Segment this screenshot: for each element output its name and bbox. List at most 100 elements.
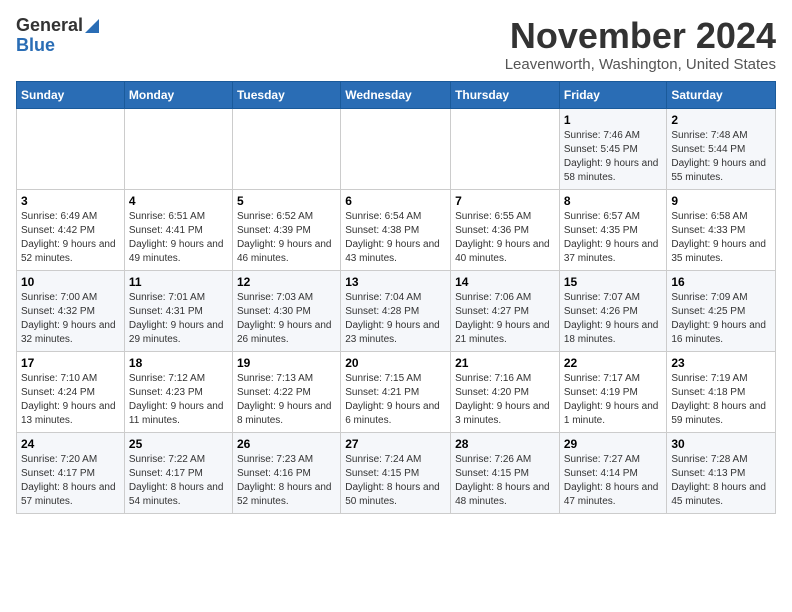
calendar-table: SundayMondayTuesdayWednesdayThursdayFrid… xyxy=(16,81,776,514)
day-info: Sunrise: 6:58 AM Sunset: 4:33 PM Dayligh… xyxy=(671,210,771,266)
day-cell: 30Sunrise: 7:28 AM Sunset: 4:13 PM Dayli… xyxy=(667,432,776,513)
month-title: November 2024 xyxy=(505,16,776,56)
day-cell: 21 Sunrise: 7:16 AM Sunset: 4:20 PM Dayli… xyxy=(451,351,560,432)
day-number: 30 xyxy=(671,437,771,451)
col-header-wednesday: Wednesday xyxy=(341,81,451,108)
day-cell: 28 Sunrise: 7:26 AM Sunset: 4:15 PM Dayli… xyxy=(451,432,560,513)
day-cell: 27 Sunrise: 7:24 AM Sunset: 4:15 PM Dayli… xyxy=(341,432,451,513)
day-number: 23 xyxy=(671,356,771,370)
day-number: 28 xyxy=(455,437,555,451)
day-info: Sunrise: 6:57 AM Sunset: 4:35 PM Dayligh… xyxy=(564,210,663,266)
calendar-header-row: SundayMondayTuesdayWednesdayThursdayFrid… xyxy=(17,81,776,108)
day-info: Sunrise: 6:51 AM Sunset: 4:41 PM Dayligh… xyxy=(129,210,228,266)
logo-text: General xyxy=(16,16,99,36)
day-info: Sunrise: 7:20 AM Sunset: 4:17 PM Dayligh… xyxy=(21,453,120,509)
day-info: Sunrise: 7:16 AM Sunset: 4:20 PM Dayligh… xyxy=(455,372,555,428)
day-cell: 24 Sunrise: 7:20 AM Sunset: 4:17 PM Dayli… xyxy=(17,432,125,513)
week-row-2: 3Sunrise: 6:49 AM Sunset: 4:42 PM Daylig… xyxy=(17,189,776,270)
week-row-3: 10 Sunrise: 7:00 AM Sunset: 4:32 PM Dayli… xyxy=(17,270,776,351)
day-info: Sunrise: 7:22 AM Sunset: 4:17 PM Dayligh… xyxy=(129,453,228,509)
location: Leavenworth, Washington, United States xyxy=(505,56,776,73)
day-cell: 3Sunrise: 6:49 AM Sunset: 4:42 PM Daylig… xyxy=(17,189,125,270)
day-info: Sunrise: 6:52 AM Sunset: 4:39 PM Dayligh… xyxy=(237,210,336,266)
col-header-monday: Monday xyxy=(124,81,232,108)
day-cell: 12 Sunrise: 7:03 AM Sunset: 4:30 PM Dayli… xyxy=(232,270,340,351)
day-cell: 29Sunrise: 7:27 AM Sunset: 4:14 PM Dayli… xyxy=(559,432,667,513)
day-cell: 7 Sunrise: 6:55 AM Sunset: 4:36 PM Daylig… xyxy=(451,189,560,270)
logo: General Blue xyxy=(16,16,99,56)
day-cell: 22 Sunrise: 7:17 AM Sunset: 4:19 PM Dayli… xyxy=(559,351,667,432)
day-cell: 25 Sunrise: 7:22 AM Sunset: 4:17 PM Dayli… xyxy=(124,432,232,513)
day-cell xyxy=(232,108,340,189)
day-info: Sunrise: 6:54 AM Sunset: 4:38 PM Dayligh… xyxy=(345,210,446,266)
day-info: Sunrise: 7:17 AM Sunset: 4:19 PM Dayligh… xyxy=(564,372,663,428)
col-header-sunday: Sunday xyxy=(17,81,125,108)
day-number: 2 xyxy=(671,113,771,127)
day-info: Sunrise: 7:04 AM Sunset: 4:28 PM Dayligh… xyxy=(345,291,446,347)
day-cell: 17 Sunrise: 7:10 AM Sunset: 4:24 PM Dayli… xyxy=(17,351,125,432)
day-cell: 15Sunrise: 7:07 AM Sunset: 4:26 PM Dayli… xyxy=(559,270,667,351)
day-number: 7 xyxy=(455,194,555,208)
col-header-saturday: Saturday xyxy=(667,81,776,108)
day-cell: 2 Sunrise: 7:48 AM Sunset: 5:44 PM Daylig… xyxy=(667,108,776,189)
day-info: Sunrise: 7:13 AM Sunset: 4:22 PM Dayligh… xyxy=(237,372,336,428)
day-cell: 5 Sunrise: 6:52 AM Sunset: 4:39 PM Daylig… xyxy=(232,189,340,270)
day-number: 19 xyxy=(237,356,336,370)
day-number: 6 xyxy=(345,194,446,208)
day-cell: 19 Sunrise: 7:13 AM Sunset: 4:22 PM Dayli… xyxy=(232,351,340,432)
day-info: Sunrise: 6:55 AM Sunset: 4:36 PM Dayligh… xyxy=(455,210,555,266)
day-cell: 26 Sunrise: 7:23 AM Sunset: 4:16 PM Dayli… xyxy=(232,432,340,513)
day-cell: 23 Sunrise: 7:19 AM Sunset: 4:18 PM Dayli… xyxy=(667,351,776,432)
day-cell xyxy=(451,108,560,189)
col-header-tuesday: Tuesday xyxy=(232,81,340,108)
day-number: 5 xyxy=(237,194,336,208)
day-number: 17 xyxy=(21,356,120,370)
day-number: 29 xyxy=(564,437,663,451)
page-header: General Blue November 2024 Leavenworth, … xyxy=(16,16,776,73)
day-number: 24 xyxy=(21,437,120,451)
day-number: 1 xyxy=(564,113,663,127)
day-info: Sunrise: 7:03 AM Sunset: 4:30 PM Dayligh… xyxy=(237,291,336,347)
day-info: Sunrise: 7:19 AM Sunset: 4:18 PM Dayligh… xyxy=(671,372,771,428)
day-number: 25 xyxy=(129,437,228,451)
day-info: Sunrise: 7:00 AM Sunset: 4:32 PM Dayligh… xyxy=(21,291,120,347)
day-info: Sunrise: 7:46 AM Sunset: 5:45 PM Dayligh… xyxy=(564,129,663,185)
day-number: 14 xyxy=(455,275,555,289)
week-row-1: 1 Sunrise: 7:46 AM Sunset: 5:45 PM Daylig… xyxy=(17,108,776,189)
day-cell: 6 Sunrise: 6:54 AM Sunset: 4:38 PM Daylig… xyxy=(341,189,451,270)
day-cell: 16Sunrise: 7:09 AM Sunset: 4:25 PM Dayli… xyxy=(667,270,776,351)
day-number: 11 xyxy=(129,275,228,289)
day-number: 10 xyxy=(21,275,120,289)
day-cell: 20Sunrise: 7:15 AM Sunset: 4:21 PM Dayli… xyxy=(341,351,451,432)
day-number: 21 xyxy=(455,356,555,370)
day-cell: 9 Sunrise: 6:58 AM Sunset: 4:33 PM Daylig… xyxy=(667,189,776,270)
day-info: Sunrise: 7:48 AM Sunset: 5:44 PM Dayligh… xyxy=(671,129,771,185)
day-info: Sunrise: 7:23 AM Sunset: 4:16 PM Dayligh… xyxy=(237,453,336,509)
day-cell: 13Sunrise: 7:04 AM Sunset: 4:28 PM Dayli… xyxy=(341,270,451,351)
day-info: Sunrise: 7:01 AM Sunset: 4:31 PM Dayligh… xyxy=(129,291,228,347)
day-info: Sunrise: 7:10 AM Sunset: 4:24 PM Dayligh… xyxy=(21,372,120,428)
day-number: 9 xyxy=(671,194,771,208)
day-number: 4 xyxy=(129,194,228,208)
day-cell: 11 Sunrise: 7:01 AM Sunset: 4:31 PM Dayli… xyxy=(124,270,232,351)
day-number: 27 xyxy=(345,437,446,451)
day-info: Sunrise: 7:12 AM Sunset: 4:23 PM Dayligh… xyxy=(129,372,228,428)
day-cell: 8Sunrise: 6:57 AM Sunset: 4:35 PM Daylig… xyxy=(559,189,667,270)
day-info: Sunrise: 7:26 AM Sunset: 4:15 PM Dayligh… xyxy=(455,453,555,509)
day-info: Sunrise: 7:07 AM Sunset: 4:26 PM Dayligh… xyxy=(564,291,663,347)
col-header-friday: Friday xyxy=(559,81,667,108)
day-cell: 18Sunrise: 7:12 AM Sunset: 4:23 PM Dayli… xyxy=(124,351,232,432)
day-number: 22 xyxy=(564,356,663,370)
day-info: Sunrise: 7:06 AM Sunset: 4:27 PM Dayligh… xyxy=(455,291,555,347)
day-number: 12 xyxy=(237,275,336,289)
week-row-4: 17 Sunrise: 7:10 AM Sunset: 4:24 PM Dayli… xyxy=(17,351,776,432)
day-info: Sunrise: 7:24 AM Sunset: 4:15 PM Dayligh… xyxy=(345,453,446,509)
day-number: 26 xyxy=(237,437,336,451)
day-number: 16 xyxy=(671,275,771,289)
day-cell xyxy=(124,108,232,189)
day-info: Sunrise: 7:15 AM Sunset: 4:21 PM Dayligh… xyxy=(345,372,446,428)
day-cell: 4 Sunrise: 6:51 AM Sunset: 4:41 PM Daylig… xyxy=(124,189,232,270)
day-number: 3 xyxy=(21,194,120,208)
day-cell: 14 Sunrise: 7:06 AM Sunset: 4:27 PM Dayli… xyxy=(451,270,560,351)
day-cell: 10 Sunrise: 7:00 AM Sunset: 4:32 PM Dayli… xyxy=(17,270,125,351)
